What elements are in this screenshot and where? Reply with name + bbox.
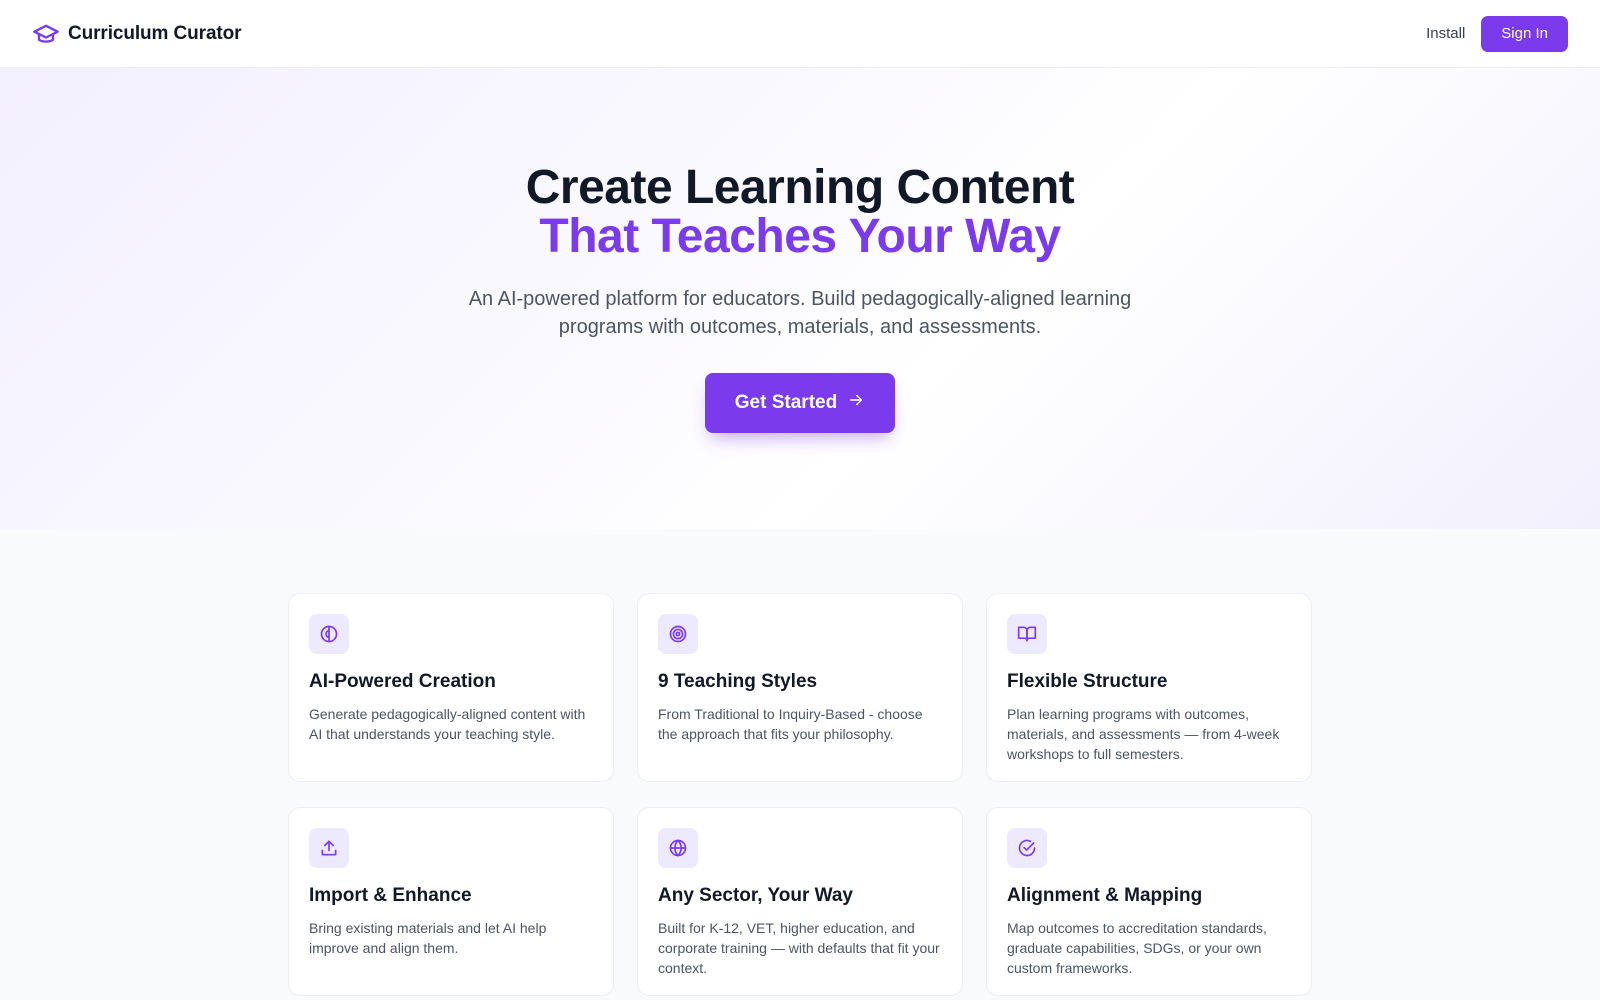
feature-title: Import & Enhance bbox=[309, 885, 472, 906]
hero-title: Create Learning Content bbox=[525, 161, 1075, 214]
get-started-button[interactable]: Get Started bbox=[705, 373, 895, 433]
upload-icon bbox=[309, 828, 349, 868]
feature-title: AI-Powered Creation bbox=[309, 671, 496, 692]
target-icon bbox=[658, 614, 698, 654]
get-started-label: Get Started bbox=[734, 392, 838, 413]
check-circle-icon bbox=[1007, 828, 1047, 868]
header-actions: Install Sign In bbox=[1426, 15, 1568, 52]
feature-description: Built for K-12, VET, higher education, a… bbox=[658, 920, 940, 976]
book-open-icon bbox=[1007, 614, 1047, 654]
globe-icon bbox=[658, 828, 698, 868]
feature-title: Any Sector, Your Way bbox=[658, 885, 853, 906]
feature-card-import-enhance: Import & Enhance Bring existing material… bbox=[288, 807, 614, 996]
feature-description: From Traditional to Inquiry-Based - choo… bbox=[658, 706, 923, 742]
feature-card-teaching-styles: 9 Teaching Styles From Traditional to In… bbox=[637, 593, 963, 782]
brain-icon bbox=[309, 614, 349, 654]
graduation-cap-icon bbox=[32, 20, 60, 48]
top-navigation-bar: Curriculum Curator Install Sign In bbox=[0, 0, 1600, 68]
hero-section: Create Learning Content That Teaches You… bbox=[0, 68, 1600, 529]
hero-subtitle: An AI-powered platform for educators. Bu… bbox=[468, 288, 1132, 338]
feature-title: Flexible Structure bbox=[1007, 671, 1168, 692]
feature-description: Plan learning programs with outcomes, ma… bbox=[1007, 706, 1280, 762]
feature-description: Generate pedagogically-aligned content w… bbox=[309, 706, 586, 742]
app-name: Curriculum Curator bbox=[68, 22, 242, 44]
feature-card-ai-powered-creation: AI-Powered Creation Generate pedagogical… bbox=[288, 593, 614, 782]
feature-description: Bring existing materials and let AI help… bbox=[309, 920, 547, 956]
feature-description: Map outcomes to accreditation standards,… bbox=[1007, 920, 1267, 976]
feature-title: Alignment & Mapping bbox=[1007, 885, 1203, 906]
feature-title: 9 Teaching Styles bbox=[658, 671, 818, 692]
feature-card-flexible-structure: Flexible Structure Plan learning program… bbox=[986, 593, 1312, 782]
install-link[interactable]: Install bbox=[1426, 25, 1465, 42]
sign-in-button[interactable]: Sign In bbox=[1481, 15, 1568, 52]
feature-card-alignment-mapping: Alignment & Mapping Map outcomes to accr… bbox=[986, 807, 1312, 996]
feature-card-any-sector: Any Sector, Your Way Built for K-12, VET… bbox=[637, 807, 963, 996]
arrow-right-icon bbox=[847, 391, 865, 415]
hero-title-highlight: That Teaches Your Way bbox=[539, 210, 1061, 263]
brand[interactable]: Curriculum Curator bbox=[32, 20, 242, 48]
features-grid: AI-Powered Creation Generate pedagogical… bbox=[288, 593, 1312, 996]
